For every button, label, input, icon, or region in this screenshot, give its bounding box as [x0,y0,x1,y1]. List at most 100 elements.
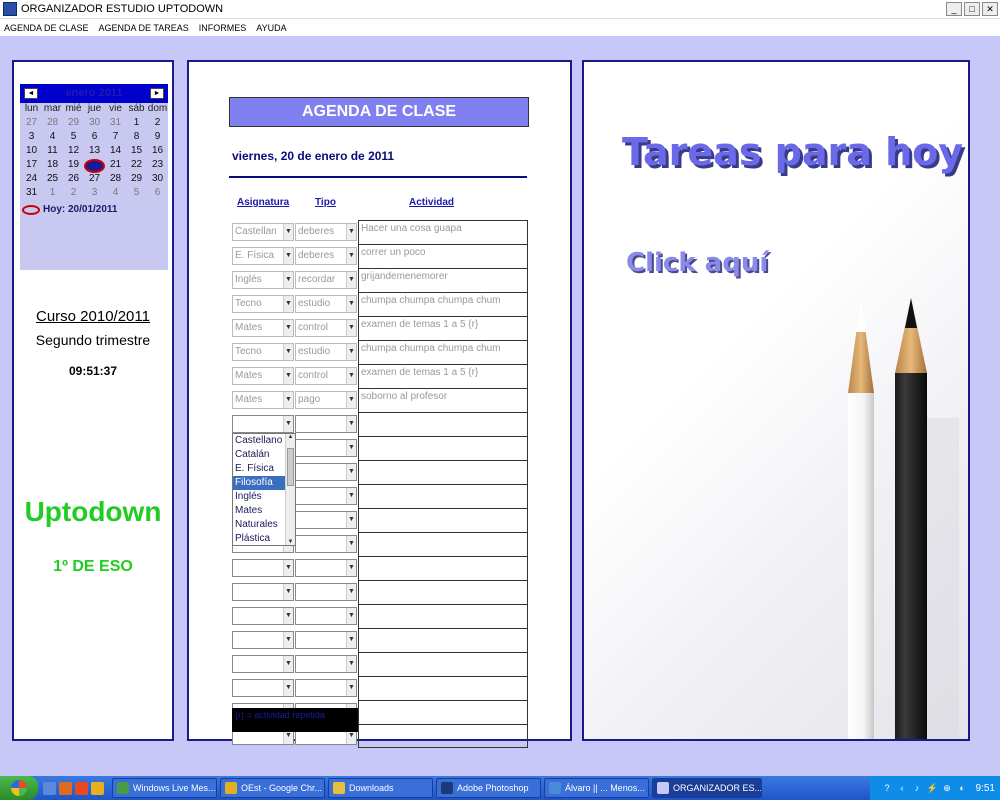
tray-icon[interactable]: ⚡ [927,783,938,794]
menu-agenda-tareas[interactable]: AGENDA DE TAREAS [99,23,189,33]
chevron-down-icon[interactable]: ▼ [346,536,356,552]
tipo-select[interactable]: ▼ [295,583,357,601]
minimize-button[interactable]: _ [946,2,962,16]
asignatura-select[interactable]: Inglés ▼ [232,271,294,289]
calendar-day-today[interactable]: 20 [84,159,105,173]
tipo-select[interactable]: ▼ [295,679,357,697]
calendar-day[interactable]: 29 [63,117,84,131]
calendar-day[interactable]: 4 [105,187,126,201]
calendar-day[interactable]: 31 [21,187,42,201]
asignatura-select[interactable]: ▼ [232,655,294,673]
calendar-day[interactable]: 28 [105,173,126,187]
tipo-select[interactable]: ▼ [295,415,357,433]
chevron-down-icon[interactable]: ▼ [283,656,293,672]
calendar-day[interactable]: 31 [105,117,126,131]
calendar-today[interactable]: Hoy: 20/01/2011 [20,201,168,215]
calendar-day[interactable]: 14 [105,145,126,159]
asignatura-select[interactable]: Tecno ▼ [232,343,294,361]
menu-informes[interactable]: INFORMES [199,23,247,33]
tipo-select[interactable]: estudio ▼ [295,295,357,313]
dropdown-scrollbar[interactable]: ▲ ▼ [285,434,295,545]
chevron-down-icon[interactable]: ▼ [283,320,293,336]
asignatura-select[interactable]: ▼ [232,415,294,433]
actividad-field[interactable] [358,484,528,508]
chevron-down-icon[interactable]: ▼ [346,392,356,408]
chevron-down-icon[interactable]: ▼ [346,464,356,480]
actividad-field[interactable] [358,676,528,700]
calendar-day[interactable]: 4 [42,131,63,145]
calendar-day[interactable]: 24 [21,173,42,187]
scroll-up-icon[interactable]: ▲ [286,434,295,440]
tipo-select[interactable]: estudio ▼ [295,343,357,361]
chevron-down-icon[interactable]: ▼ [283,272,293,288]
taskbar-button[interactable]: Álvaro || ... Menos... [544,778,649,798]
actividad-field[interactable]: chumpa chumpa chumpa chum [358,292,528,316]
tipo-select[interactable]: control ▼ [295,319,357,337]
actividad-field[interactable] [358,700,528,724]
calendar-day[interactable]: 10 [21,145,42,159]
tipo-select[interactable]: deberes ▼ [295,223,357,241]
calendar-day[interactable]: 3 [21,131,42,145]
tray-icon[interactable]: ? [882,783,893,794]
chevron-down-icon[interactable]: ▼ [283,392,293,408]
calendar-day[interactable]: 9 [147,131,168,145]
chevron-down-icon[interactable]: ▼ [283,224,293,240]
calendar-day[interactable]: 6 [147,187,168,201]
asignatura-select[interactable]: Mates ▼ [232,391,294,409]
chevron-down-icon[interactable]: ▼ [283,560,293,576]
asignatura-select[interactable]: Tecno ▼ [232,295,294,313]
actividad-field[interactable]: soborno al profesor [358,388,528,412]
calendar-day[interactable]: 19 [63,159,84,173]
chevron-down-icon[interactable]: ▼ [346,416,356,432]
calendar-day[interactable]: 17 [21,159,42,173]
calendar-day[interactable]: 27 [21,117,42,131]
calendar-day[interactable]: 15 [126,145,147,159]
tray-icon[interactable]: ⊕ [942,783,953,794]
tray-icon[interactable]: ♪ [912,783,923,794]
calendar-day[interactable]: 22 [126,159,147,173]
calendar-day[interactable]: 30 [147,173,168,187]
chevron-down-icon[interactable]: ▼ [346,656,356,672]
actividad-field[interactable] [358,460,528,484]
tipo-select[interactable]: ▼ [295,511,357,529]
asignatura-dropdown-list[interactable]: Castellano Catalán E. Física Filosofía Inglé… [232,433,296,546]
quick-launch-icon[interactable] [91,781,104,795]
tipo-select[interactable]: ▼ [295,487,357,505]
actividad-field[interactable] [358,412,528,436]
maximize-button[interactable]: □ [964,2,980,16]
calendar-day[interactable]: 26 [63,173,84,187]
chevron-down-icon[interactable]: ▼ [346,248,356,264]
tipo-select[interactable]: ▼ [295,631,357,649]
chevron-down-icon[interactable]: ▼ [283,584,293,600]
calendar-day[interactable]: 3 [84,187,105,201]
asignatura-select[interactable]: ▼ [232,559,294,577]
menu-agenda-clase[interactable]: AGENDA DE CLASE [4,23,89,33]
actividad-field[interactable] [358,580,528,604]
chevron-down-icon[interactable]: ▼ [283,344,293,360]
calendar-day[interactable]: 13 [84,145,105,159]
quick-launch-icon[interactable] [59,781,72,795]
tipo-select[interactable]: ▼ [295,655,357,673]
calendar-day[interactable]: 8 [126,131,147,145]
actividad-field[interactable] [358,436,528,460]
chevron-down-icon[interactable]: ▼ [346,680,356,696]
actividad-field[interactable]: correr un poco [358,244,528,268]
chevron-down-icon[interactable]: ▼ [346,344,356,360]
chevron-down-icon[interactable]: ▼ [346,632,356,648]
actividad-field[interactable]: Hacer una cosa guapa [358,220,528,244]
asignatura-select[interactable]: Mates ▼ [232,367,294,385]
calendar-day[interactable]: 29 [126,173,147,187]
actividad-field[interactable] [358,628,528,652]
quick-launch-icon[interactable] [43,781,56,795]
calendar-day[interactable]: 2 [147,117,168,131]
actividad-field[interactable] [358,532,528,556]
chevron-down-icon[interactable]: ▼ [346,512,356,528]
chevron-down-icon[interactable]: ▼ [346,488,356,504]
chevron-down-icon[interactable]: ▼ [283,632,293,648]
taskbar-button[interactable]: Downloads [328,778,433,798]
asignatura-select[interactable]: ▼ [232,631,294,649]
chevron-down-icon[interactable]: ▼ [283,680,293,696]
click-here-link[interactable]: Click aquí [626,248,768,278]
scrollbar-thumb[interactable] [287,448,294,486]
calendar-day[interactable]: 16 [147,145,168,159]
